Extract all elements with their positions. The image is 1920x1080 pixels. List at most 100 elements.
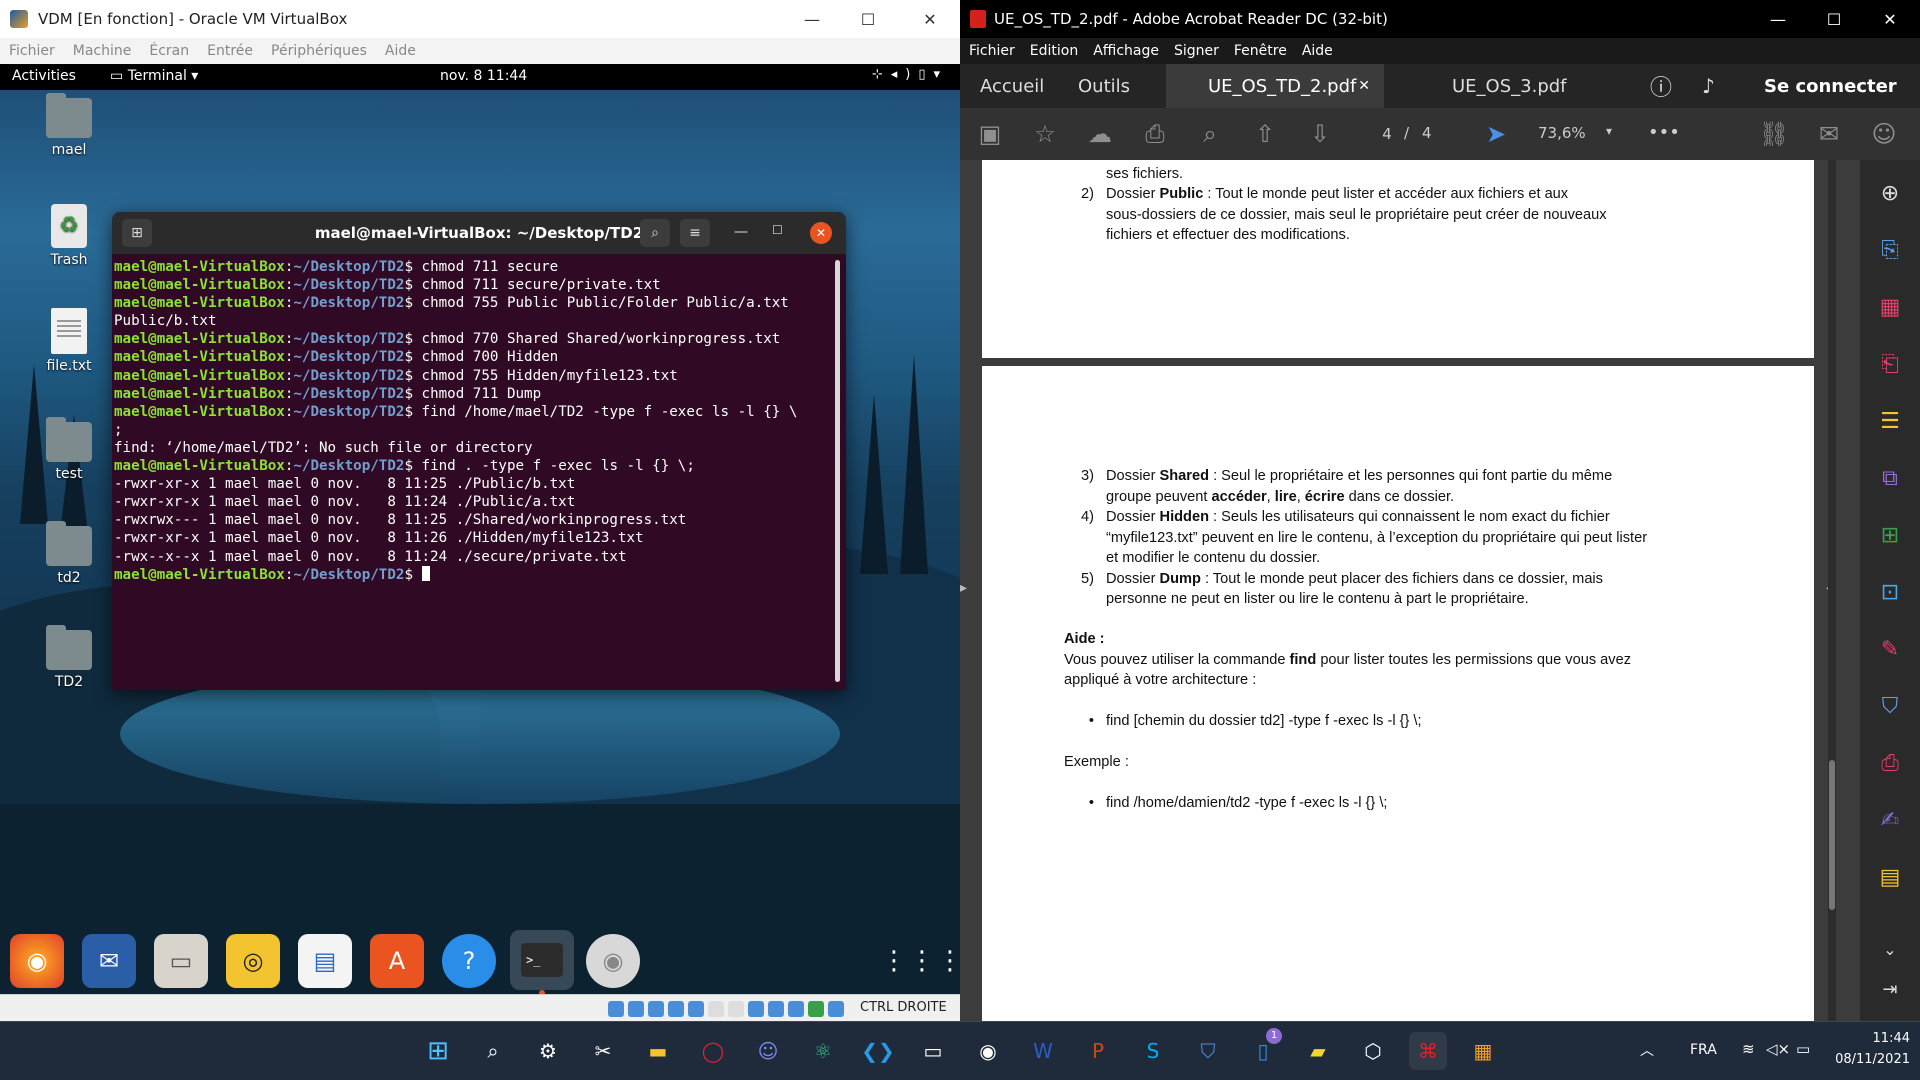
- libreoffice-writer-icon[interactable]: ▤: [298, 934, 352, 988]
- vpn-shield-icon[interactable]: ⛉: [1189, 1032, 1227, 1070]
- language-indicator[interactable]: FRA: [1690, 1042, 1717, 1058]
- file-explorer-icon[interactable]: ▬: [639, 1032, 677, 1070]
- maximize-button[interactable]: ☐: [840, 0, 896, 38]
- pdf-scroll-thumb[interactable]: [1829, 760, 1835, 910]
- acro-menu-affichage[interactable]: Affichage: [1093, 43, 1159, 59]
- show-applications-icon[interactable]: ⋮⋮⋮: [881, 934, 960, 988]
- combine-files-icon[interactable]: ⧉: [1876, 465, 1904, 493]
- terminal-minimize-button[interactable]: —: [734, 224, 748, 240]
- nav-home[interactable]: Accueil: [980, 64, 1044, 108]
- bookmark-star-icon[interactable]: ☆: [1029, 118, 1061, 150]
- desktop-icon-td2-upper[interactable]: TD2: [29, 625, 109, 690]
- firefox-icon[interactable]: ◉: [10, 934, 64, 988]
- acro-menu-signer[interactable]: Signer: [1174, 43, 1219, 59]
- github-icon[interactable]: ◉: [969, 1032, 1007, 1070]
- tab-ue-os-3[interactable]: UE_OS_3.pdf: [1452, 64, 1567, 108]
- fill-sign-icon[interactable]: ✎: [1876, 636, 1904, 664]
- zoom-in-icon[interactable]: ⊕: [1876, 180, 1904, 208]
- mouse-integration-status-icon[interactable]: [788, 1001, 804, 1017]
- hamburger-menu-button[interactable]: ≡: [680, 219, 710, 247]
- menu-peripheriques[interactable]: Périphériques: [271, 43, 367, 59]
- bell-icon[interactable]: ♪: [1702, 64, 1715, 108]
- tab-ue-os-td-2[interactable]: UE_OS_TD_2.pdf ✕: [1166, 64, 1384, 108]
- desktop-icon-test[interactable]: test: [29, 417, 109, 482]
- terminal-maximize-button[interactable]: ☐: [772, 223, 783, 237]
- arrow-down-status-icon[interactable]: [828, 1001, 844, 1017]
- export-pdf-icon[interactable]: ⎗: [1876, 351, 1904, 379]
- desktop-icon-home[interactable]: mael: [29, 93, 109, 158]
- terminal-window[interactable]: ⊞ mael@mael-VirtualBox: ~/Desktop/TD2 ⌕ …: [112, 212, 846, 690]
- terminal-dock-icon[interactable]: >_: [510, 930, 574, 990]
- upload-cloud-icon[interactable]: ☁: [1084, 118, 1116, 150]
- save-icon[interactable]: ▣: [974, 118, 1006, 150]
- menu-entree[interactable]: Entrée: [207, 43, 253, 59]
- word-icon[interactable]: W: [1024, 1032, 1062, 1070]
- thunderbird-icon[interactable]: ✉: [82, 934, 136, 988]
- create-pdf-icon[interactable]: ⎘: [1876, 237, 1904, 265]
- vm-display[interactable]: Activities ▭ Terminal ▾ nov. 8 11:44 ⊹◂)…: [0, 64, 960, 994]
- zoom-dropdown-icon[interactable]: ▾: [1606, 124, 1612, 138]
- organize-pages-icon[interactable]: ▦: [1876, 294, 1904, 322]
- sticky-notes-icon[interactable]: ▰: [1299, 1032, 1337, 1070]
- account-icon[interactable]: ☺: [1868, 118, 1900, 150]
- previous-page-icon[interactable]: ⇧: [1249, 118, 1281, 150]
- acrobat-close-button[interactable]: ✕: [1862, 0, 1918, 38]
- terminal-output[interactable]: mael@mael-VirtualBox:~/Desktop/TD2$ chmo…: [114, 258, 834, 584]
- acro-menu-fichier[interactable]: Fichier: [969, 43, 1015, 59]
- gnome-clock[interactable]: nov. 8 11:44: [440, 68, 527, 84]
- print-icon[interactable]: ⎙: [1139, 118, 1171, 150]
- software-icon[interactable]: A: [370, 934, 424, 988]
- taskbar-time[interactable]: 11:44: [1834, 1031, 1910, 1046]
- atom-icon[interactable]: ⚛: [804, 1032, 842, 1070]
- desktop-icon-td2-lower[interactable]: td2: [29, 521, 109, 586]
- help-icon[interactable]: ?: [442, 934, 496, 988]
- protect-shield-icon[interactable]: ⛉: [1876, 693, 1904, 721]
- virtualbox-taskbar-icon[interactable]: ▦: [1464, 1032, 1502, 1070]
- share-link-icon[interactable]: ⛓: [1758, 118, 1790, 150]
- vt-status-icon[interactable]: [768, 1001, 784, 1017]
- files-icon[interactable]: ▭: [154, 934, 208, 988]
- snipping-tool-icon[interactable]: ✂: [584, 1032, 622, 1070]
- zoom-level[interactable]: 73,6%: [1538, 124, 1586, 142]
- close-button[interactable]: ✕: [902, 0, 958, 38]
- terminal-app-menu[interactable]: ▭ Terminal ▾: [110, 68, 198, 84]
- acrobat-minimize-button[interactable]: —: [1750, 0, 1806, 38]
- menu-aide[interactable]: Aide: [385, 43, 416, 59]
- shared-folder-status-icon[interactable]: [708, 1001, 724, 1017]
- left-panel-toggle-icon[interactable]: ▸: [960, 580, 974, 610]
- sign-in-button[interactable]: Se connecter: [1764, 64, 1897, 108]
- chevron-down-icon[interactable]: ⌄: [1876, 936, 1904, 964]
- desktop-icon-trash[interactable]: ♻ Trash: [29, 204, 109, 268]
- settings-gear-icon[interactable]: ⚙: [529, 1032, 567, 1070]
- acro-menu-fenetre[interactable]: Fenêtre: [1234, 43, 1287, 59]
- menu-fichier[interactable]: Fichier: [9, 43, 55, 59]
- network-status-icon[interactable]: [668, 1001, 684, 1017]
- optical-status-icon[interactable]: [628, 1001, 644, 1017]
- discord-icon[interactable]: ☺: [749, 1032, 787, 1070]
- virtualbox-cube-icon[interactable]: ⬡: [1354, 1032, 1392, 1070]
- opera-icon[interactable]: ◯: [694, 1032, 732, 1070]
- disc-icon[interactable]: ◉: [586, 934, 640, 988]
- wifi-icon[interactable]: ≋: [1742, 1040, 1755, 1058]
- email-icon[interactable]: ✉: [1813, 118, 1845, 150]
- activities-button[interactable]: Activities: [12, 68, 76, 84]
- more-tools-doc-icon[interactable]: ▤: [1876, 864, 1904, 892]
- powerpoint-icon[interactable]: P: [1079, 1032, 1117, 1070]
- edit-pdf-icon[interactable]: ⎙: [1876, 750, 1904, 778]
- taskbar-date[interactable]: 08/11/2021: [1820, 1052, 1910, 1067]
- vscode-icon[interactable]: ❮❯: [859, 1032, 897, 1070]
- tray-chevron-up-icon[interactable]: ︿: [1640, 1040, 1654, 1060]
- tab-close-icon[interactable]: ✕: [1358, 78, 1370, 94]
- acrobat-taskbar-icon[interactable]: ⌘: [1409, 1032, 1447, 1070]
- acrobat-maximize-button[interactable]: ☐: [1806, 0, 1862, 38]
- terminal-app-icon[interactable]: ▭: [914, 1032, 952, 1070]
- desktop-icon-file[interactable]: file.txt: [29, 308, 109, 374]
- pdf-viewport[interactable]: ses fichiers. 2) Dossier Public : Tout l…: [960, 160, 1860, 1021]
- gnome-system-tray[interactable]: ⊹◂)▯▾: [872, 67, 948, 82]
- request-signature-icon[interactable]: ✍: [1876, 807, 1904, 835]
- audio-status-icon[interactable]: [648, 1001, 664, 1017]
- search-icon[interactable]: ⌕: [474, 1032, 512, 1070]
- compress-pdf-icon[interactable]: ⊞: [1876, 522, 1904, 550]
- zoom-search-icon[interactable]: ⌕: [1194, 118, 1226, 150]
- battery-icon[interactable]: ▭: [1796, 1040, 1810, 1058]
